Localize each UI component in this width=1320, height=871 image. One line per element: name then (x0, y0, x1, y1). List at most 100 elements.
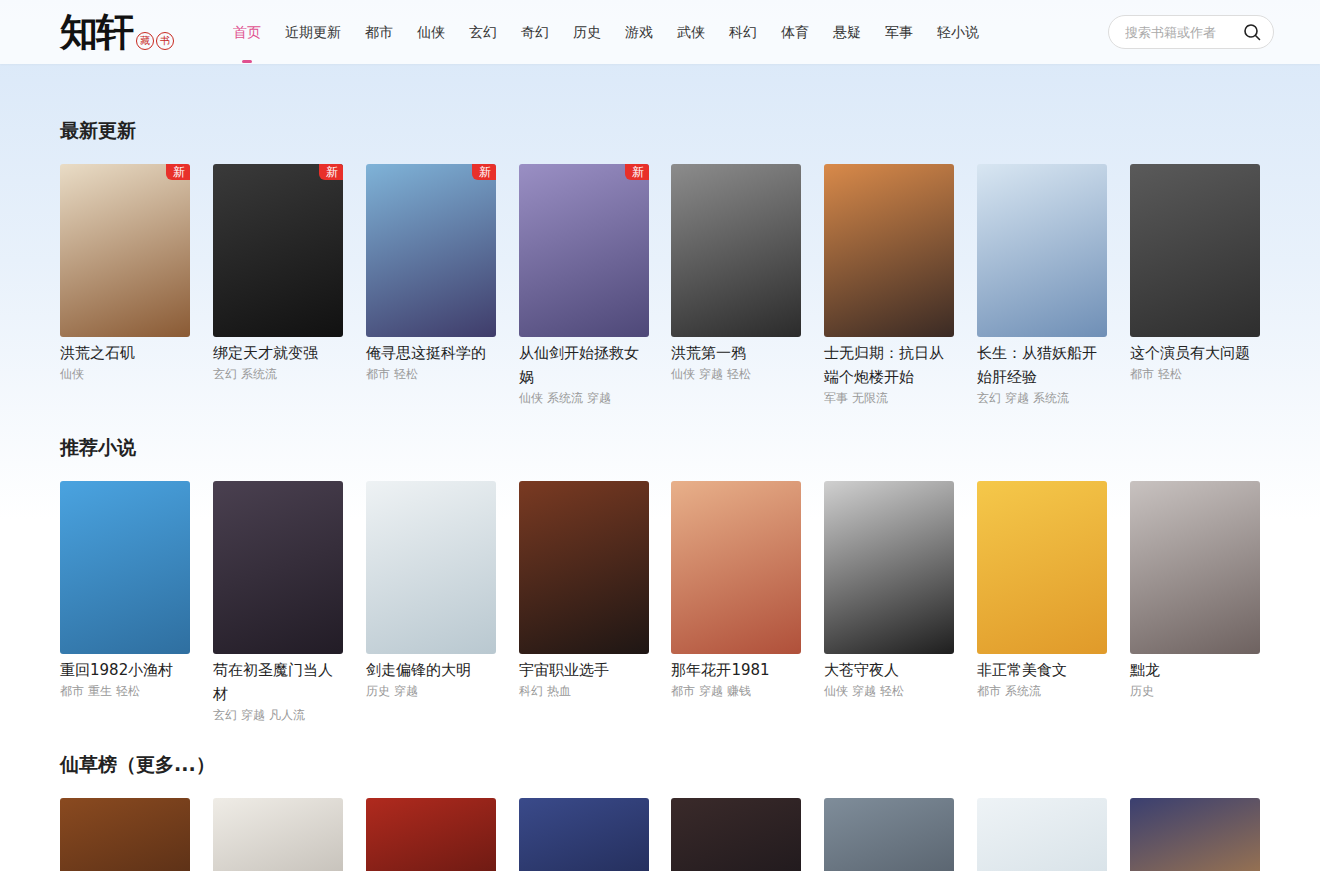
nav-item[interactable]: 科幻 (729, 0, 757, 64)
nav-item[interactable]: 军事 (885, 0, 913, 64)
book-tag[interactable]: 轻松 (394, 365, 418, 383)
book-title[interactable]: 洪荒第一鸦 (671, 341, 801, 365)
nav-item[interactable]: 都市 (365, 0, 393, 64)
book-card[interactable]: 洪荒第一鸦 仙侠穿越轻松 (671, 164, 801, 407)
book-cover[interactable] (519, 481, 649, 654)
book-title[interactable]: 重回1982小渔村 (60, 658, 190, 682)
section-title[interactable]: 推荐小说 (60, 436, 1260, 458)
book-card[interactable] (366, 798, 496, 871)
book-tag[interactable]: 赚钱 (727, 682, 751, 700)
book-tag[interactable]: 系统流 (1005, 682, 1041, 700)
book-tag[interactable]: 军事 (824, 389, 848, 407)
book-cover[interactable]: 新 (366, 164, 496, 337)
book-title[interactable]: 黜龙 (1130, 658, 1260, 682)
book-tag[interactable]: 科幻 (519, 682, 543, 700)
book-tag[interactable]: 无限流 (852, 389, 888, 407)
book-cover[interactable] (824, 481, 954, 654)
book-tag[interactable]: 穿越 (699, 682, 723, 700)
section-title[interactable]: 最新更新 (60, 119, 1260, 141)
book-tag[interactable]: 穿越 (1005, 389, 1029, 407)
nav-item[interactable]: 武侠 (677, 0, 705, 64)
book-cover[interactable]: 新 (60, 164, 190, 337)
book-title[interactable]: 这个演员有大问题 (1130, 341, 1260, 365)
book-card[interactable]: 这个演员有大问题 都市轻松 (1130, 164, 1260, 407)
search-box[interactable] (1108, 15, 1274, 49)
book-card[interactable]: 新 俺寻思这挺科学的 都市轻松 (366, 164, 496, 407)
book-card[interactable]: 那年花开1981 都市穿越赚钱 (671, 481, 801, 724)
book-tag[interactable]: 穿越 (852, 682, 876, 700)
book-cover[interactable] (60, 798, 190, 871)
book-tag[interactable]: 系统流 (1033, 389, 1069, 407)
book-cover[interactable] (1130, 798, 1260, 871)
book-title[interactable]: 大苍守夜人 (824, 658, 954, 682)
book-card[interactable] (671, 798, 801, 871)
book-card[interactable] (1130, 798, 1260, 871)
book-title[interactable]: 从仙剑开始拯救女娲 (519, 341, 649, 389)
book-cover[interactable] (1130, 164, 1260, 337)
book-cover[interactable] (977, 164, 1107, 337)
logo[interactable]: 知轩 藏书 (60, 8, 210, 56)
nav-item[interactable]: 悬疑 (833, 0, 861, 64)
search-input[interactable] (1123, 24, 1243, 41)
book-title[interactable]: 绑定天才就变强 (213, 341, 343, 365)
search-icon[interactable] (1243, 23, 1261, 41)
book-cover[interactable] (60, 481, 190, 654)
book-card[interactable]: 黜龙 历史 (1130, 481, 1260, 724)
book-tag[interactable]: 历史 (366, 682, 390, 700)
book-card[interactable] (977, 798, 1107, 871)
book-tag[interactable]: 系统流 (547, 389, 583, 407)
nav-item[interactable]: 轻小说 (937, 0, 979, 64)
nav-item[interactable]: 游戏 (625, 0, 653, 64)
book-cover[interactable] (519, 798, 649, 871)
book-cover[interactable] (671, 481, 801, 654)
book-tag[interactable]: 都市 (60, 682, 84, 700)
book-cover[interactable] (824, 798, 954, 871)
book-cover[interactable] (977, 481, 1107, 654)
book-tag[interactable]: 都市 (366, 365, 390, 383)
book-tag[interactable]: 仙侠 (519, 389, 543, 407)
nav-item[interactable]: 近期更新 (285, 0, 341, 64)
book-card[interactable]: 宇宙职业选手 科幻热血 (519, 481, 649, 724)
book-cover[interactable] (213, 798, 343, 871)
book-card[interactable]: 大苍守夜人 仙侠穿越轻松 (824, 481, 954, 724)
book-card[interactable]: 新 从仙剑开始拯救女娲 仙侠系统流穿越 (519, 164, 649, 407)
section-title[interactable]: 仙草榜（更多...） (60, 753, 1260, 775)
book-cover[interactable] (824, 164, 954, 337)
book-card[interactable]: 重回1982小渔村 都市重生轻松 (60, 481, 190, 724)
book-cover[interactable] (671, 164, 801, 337)
book-tag[interactable]: 都市 (671, 682, 695, 700)
book-tag[interactable]: 轻松 (116, 682, 140, 700)
book-tag[interactable]: 仙侠 (60, 365, 84, 383)
book-card[interactable]: 士无归期：抗日从端个炮楼开始 军事无限流 (824, 164, 954, 407)
book-tag[interactable]: 轻松 (880, 682, 904, 700)
book-tag[interactable]: 都市 (1130, 365, 1154, 383)
book-cover[interactable]: 新 (213, 164, 343, 337)
book-card[interactable] (824, 798, 954, 871)
book-tag[interactable]: 轻松 (1158, 365, 1182, 383)
book-cover[interactable] (366, 481, 496, 654)
book-tag[interactable]: 玄幻 (977, 389, 1001, 407)
book-tag[interactable]: 玄幻 (213, 706, 237, 724)
nav-item[interactable]: 仙侠 (417, 0, 445, 64)
book-cover[interactable]: 新 (519, 164, 649, 337)
nav-item[interactable]: 首页 (233, 0, 261, 64)
book-title[interactable]: 非正常美食文 (977, 658, 1107, 682)
book-tag[interactable]: 玄幻 (213, 365, 237, 383)
book-card[interactable]: 长生：从猎妖船开始肝经验 玄幻穿越系统流 (977, 164, 1107, 407)
book-title[interactable]: 士无归期：抗日从端个炮楼开始 (824, 341, 954, 389)
book-title[interactable]: 宇宙职业选手 (519, 658, 649, 682)
book-card[interactable]: 剑走偏锋的大明 历史穿越 (366, 481, 496, 724)
nav-item[interactable]: 历史 (573, 0, 601, 64)
book-cover[interactable] (213, 481, 343, 654)
book-title[interactable]: 苟在初圣魔门当人材 (213, 658, 343, 706)
book-tag[interactable]: 都市 (977, 682, 1001, 700)
book-card[interactable]: 苟在初圣魔门当人材 玄幻穿越凡人流 (213, 481, 343, 724)
book-title[interactable]: 剑走偏锋的大明 (366, 658, 496, 682)
book-card[interactable] (213, 798, 343, 871)
book-tag[interactable]: 轻松 (727, 365, 751, 383)
book-tag[interactable]: 凡人流 (269, 706, 305, 724)
book-card[interactable] (60, 798, 190, 871)
nav-item[interactable]: 体育 (781, 0, 809, 64)
book-title[interactable]: 洪荒之石矶 (60, 341, 190, 365)
book-tag[interactable]: 仙侠 (824, 682, 848, 700)
